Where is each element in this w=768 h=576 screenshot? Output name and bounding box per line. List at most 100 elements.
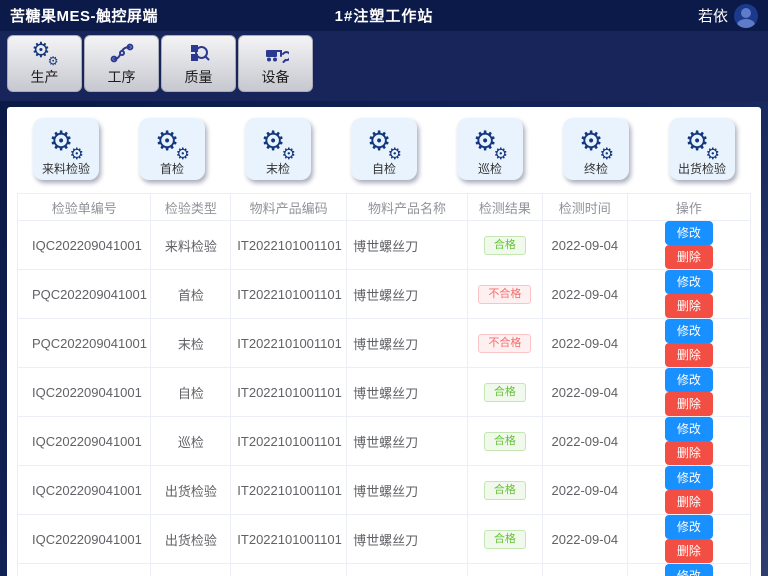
column-header-6: 操作 <box>627 194 750 221</box>
cell-actions: 修改删除 <box>627 368 750 417</box>
user-menu[interactable]: 若依 <box>698 4 758 28</box>
cell-order-no: IQC202209041001 <box>18 368 151 417</box>
cell-result: 合格 <box>468 221 543 270</box>
cell-actions: 修改删除 <box>627 319 750 368</box>
table-row: IQC202209041001自检IT2022101001101博世螺丝刀合格2… <box>18 368 751 417</box>
cell-result: 合格 <box>468 417 543 466</box>
quality-panel: ⚙⚙来料检验⚙⚙首检⚙⚙末检⚙⚙自检⚙⚙巡检⚙⚙终检⚙⚙出货检验 检验单编号检验… <box>7 107 761 576</box>
top-bar: 苦糖果MES-触控屏端 1#注塑工作站 若依 <box>0 0 768 31</box>
cell-inspection-type: 出货检验 <box>151 466 231 515</box>
tab-quality-search[interactable]: 质量 <box>161 35 236 92</box>
tile-inspection-2[interactable]: ⚙⚙末检 <box>245 118 311 180</box>
table-row: PQC202209041001末检IT2022101001101博世螺丝刀不合格… <box>18 319 751 368</box>
cell-material-name: 博世螺丝刀 <box>347 221 468 270</box>
edit-button[interactable]: 修改 <box>665 368 713 392</box>
result-badge: 不合格 <box>478 285 531 304</box>
cell-order-no: IQC202209041001 <box>18 221 151 270</box>
edit-button[interactable]: 修改 <box>665 417 713 441</box>
cell-result: 不合格 <box>468 319 543 368</box>
table-body: IQC202209041001来料检验IT2022101001101博世螺丝刀合… <box>18 221 751 576</box>
cell-material-code: IT2022101001101 <box>231 221 347 270</box>
column-header-2: 物料产品编码 <box>231 194 347 221</box>
tab-equipment[interactable]: 设备 <box>238 35 313 92</box>
edit-button[interactable]: 修改 <box>665 270 713 294</box>
tile-inspection-3[interactable]: ⚙⚙自检 <box>351 118 417 180</box>
cell-material-code: IT2022101001101 <box>231 368 347 417</box>
process-route-icon <box>110 42 134 64</box>
tile-inspection-1[interactable]: ⚙⚙首检 <box>139 118 205 180</box>
edit-button[interactable]: 修改 <box>665 221 713 245</box>
tile-inspection-6[interactable]: ⚙⚙出货检验 <box>669 118 735 180</box>
cell-material-name: 博世螺丝刀 <box>347 368 468 417</box>
cell-time: 2022-09-04 <box>542 319 627 368</box>
avatar[interactable] <box>734 4 758 28</box>
cell-order-no: PQC202209041001 <box>18 319 151 368</box>
tile-inspection-4[interactable]: ⚙⚙巡检 <box>457 118 523 180</box>
gears-icon: ⚙⚙ <box>685 126 719 160</box>
cell-material-name: 博世螺丝刀 <box>347 564 468 576</box>
module-tab-bar: ⚙⚙生产工序 质量 设备 <box>0 31 768 101</box>
delete-button[interactable]: 删除 <box>665 539 713 563</box>
cell-result: 合格 <box>468 564 543 576</box>
cell-inspection-type: 出货检验 <box>151 515 231 564</box>
tab-label: 质量 <box>185 67 213 87</box>
delete-button[interactable]: 删除 <box>665 441 713 465</box>
cell-time: 2022-09-04 <box>542 515 627 564</box>
cell-result: 合格 <box>468 466 543 515</box>
cell-material-code: IT2022101001101 <box>231 564 347 576</box>
inspection-tile-row: ⚙⚙来料检验 ⚙⚙首检 ⚙⚙末检 ⚙⚙自检 ⚙⚙巡检 ⚙⚙终检 ⚙⚙出货检验 <box>7 112 761 180</box>
gears-icon: ⚙⚙ <box>579 126 613 160</box>
column-header-3: 物料产品名称 <box>347 194 468 221</box>
delete-button[interactable]: 删除 <box>665 392 713 416</box>
result-badge: 合格 <box>484 383 526 402</box>
table-row: IQC202209041001出货检验IT2022101001101博世螺丝刀合… <box>18 564 751 576</box>
cell-material-code: IT2022101001101 <box>231 466 347 515</box>
cell-actions: 修改删除 <box>627 270 750 319</box>
cell-result: 合格 <box>468 515 543 564</box>
avatar-body-icon <box>737 19 755 28</box>
cell-time: 2022-09-04 <box>542 270 627 319</box>
edit-button[interactable]: 修改 <box>665 319 713 343</box>
tab-label: 设备 <box>262 67 290 87</box>
cell-inspection-type: 首检 <box>151 270 231 319</box>
result-badge: 合格 <box>484 481 526 500</box>
tile-inspection-0[interactable]: ⚙⚙来料检验 <box>33 118 99 180</box>
cell-actions: 修改删除 <box>627 515 750 564</box>
cell-material-name: 博世螺丝刀 <box>347 466 468 515</box>
delete-button[interactable]: 删除 <box>665 294 713 318</box>
edit-button[interactable]: 修改 <box>665 466 713 490</box>
quality-search-icon <box>187 42 211 64</box>
table-row: IQC202209041001来料检验IT2022101001101博世螺丝刀合… <box>18 221 751 270</box>
tile-inspection-5[interactable]: ⚙⚙终检 <box>563 118 629 180</box>
result-badge: 合格 <box>484 236 526 255</box>
cell-inspection-type: 末检 <box>151 319 231 368</box>
gears-icon: ⚙⚙ <box>49 126 83 160</box>
delete-button[interactable]: 删除 <box>665 343 713 367</box>
tab-gears[interactable]: ⚙⚙生产 <box>7 35 82 92</box>
cell-result: 不合格 <box>468 270 543 319</box>
cell-material-name: 博世螺丝刀 <box>347 515 468 564</box>
gears-icon: ⚙⚙ <box>473 126 507 160</box>
edit-button[interactable]: 修改 <box>665 564 713 576</box>
cell-actions: 修改删除 <box>627 564 750 576</box>
username: 若依 <box>698 5 728 26</box>
result-badge: 合格 <box>484 432 526 451</box>
delete-button[interactable]: 删除 <box>665 245 713 269</box>
cell-inspection-type: 出货检验 <box>151 564 231 576</box>
table-row: PQC202209041001首检IT2022101001101博世螺丝刀不合格… <box>18 270 751 319</box>
gears-icon: ⚙⚙ <box>155 126 189 160</box>
cell-material-name: 博世螺丝刀 <box>347 270 468 319</box>
cell-actions: 修改删除 <box>627 466 750 515</box>
delete-button[interactable]: 删除 <box>665 490 713 514</box>
result-badge: 不合格 <box>478 334 531 353</box>
tab-label: 工序 <box>108 67 136 87</box>
cell-order-no: IQC202209041001 <box>18 417 151 466</box>
edit-button[interactable]: 修改 <box>665 515 713 539</box>
cell-order-no: IQC202209041001 <box>18 564 151 576</box>
cell-material-code: IT2022101001101 <box>231 270 347 319</box>
tab-process-route[interactable]: 工序 <box>84 35 159 92</box>
result-badge: 合格 <box>484 530 526 549</box>
cell-actions: 修改删除 <box>627 417 750 466</box>
cell-order-no: IQC202209041001 <box>18 466 151 515</box>
cell-material-code: IT2022101001101 <box>231 319 347 368</box>
